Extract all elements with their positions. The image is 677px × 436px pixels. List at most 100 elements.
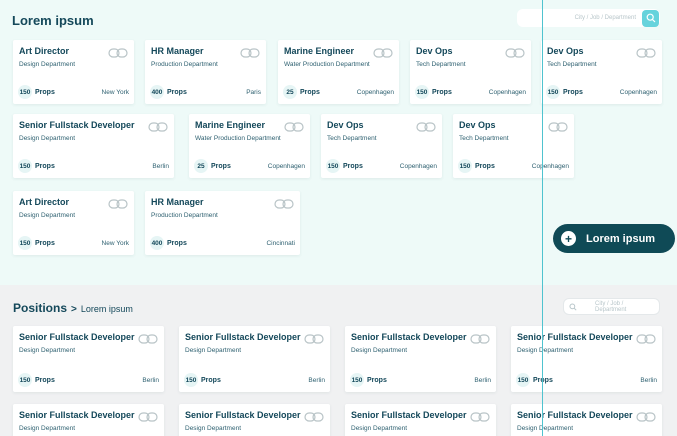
job-card[interactable]: Dev Ops Tech Department 150 Props Copenhagen <box>541 40 662 104</box>
job-card[interactable]: Dev Ops Tech Department 150 Props Copenhagen <box>410 40 531 104</box>
job-title: Senior Fullstack Developer <box>185 332 301 342</box>
job-department: Design Department <box>19 61 75 68</box>
job-card[interactable]: Senior Fullstack Developer Design Departm… <box>179 326 330 392</box>
job-card-footer: 150PropsBerlin <box>516 373 657 387</box>
job-city: Copenhagen <box>619 88 657 96</box>
link-icon[interactable] <box>470 410 490 422</box>
job-department: Design Department <box>19 425 75 432</box>
props-label: Props <box>475 162 495 170</box>
job-card[interactable]: Dev Ops Tech Department 150 Props Copenhagen <box>453 114 574 178</box>
link-icon[interactable] <box>470 332 490 344</box>
job-department: Design Department <box>19 212 75 219</box>
link-icon[interactable] <box>636 332 656 344</box>
job-card-footer: 150 Props Copenhagen <box>326 159 437 173</box>
job-card[interactable]: Senior Fullstack Developer Design Departm… <box>511 326 662 392</box>
link-icon[interactable] <box>304 410 324 422</box>
job-title: Dev Ops <box>327 120 364 130</box>
search-button[interactable] <box>642 9 659 27</box>
job-department: Design Department <box>517 347 573 354</box>
job-card-footer: 150PropsBerlin <box>184 373 325 387</box>
job-title: Dev Ops <box>459 120 496 130</box>
job-card[interactable]: HR Manager Production Department 400 Props C… <box>145 191 300 255</box>
link-icon[interactable] <box>284 120 304 132</box>
job-city: New York <box>101 239 129 247</box>
link-icon[interactable] <box>505 46 525 58</box>
job-city: Copenhagen <box>267 162 305 170</box>
job-department: Water Production Department <box>195 135 281 142</box>
job-city: Copenhagen <box>399 162 437 170</box>
job-department: Water Production Department <box>284 61 370 68</box>
search-bar[interactable]: City / Job / Department <box>517 9 660 27</box>
job-department: Design Department <box>517 425 573 432</box>
props-label: Props <box>35 88 55 96</box>
link-icon[interactable] <box>636 46 656 58</box>
link-icon[interactable] <box>138 332 158 344</box>
job-card-footer: 150Props Berlin <box>350 373 491 387</box>
link-icon[interactable] <box>108 197 128 209</box>
link-icon[interactable] <box>138 410 158 422</box>
link-icon[interactable] <box>148 120 168 132</box>
job-card[interactable]: Senior Fullstack Developer Design Departm… <box>13 404 164 436</box>
job-card[interactable]: Senior Fullstack Developer Design Departm… <box>345 326 496 392</box>
job-title: Senior Fullstack Developer <box>351 332 467 342</box>
job-card[interactable]: Dev Ops Tech Department 150 Props Copenhagen <box>321 114 442 178</box>
job-department: Design Department <box>19 347 75 354</box>
job-card-footer: 150 Props New York <box>18 85 129 99</box>
job-card[interactable]: HR Manager Production Department 400 Props P… <box>145 40 266 104</box>
job-card[interactable]: Senior Fullstack Developer Design Departm… <box>511 404 662 436</box>
job-city: Copenhagen <box>531 162 569 170</box>
job-title: Senior Fullstack Developer <box>517 410 633 420</box>
props-count: 150 <box>18 159 32 173</box>
job-title: HR Manager <box>151 197 204 207</box>
job-card[interactable]: Marine Engineer Water Production Departme… <box>189 114 310 178</box>
job-card-footer: 400 Props Cincinnati <box>150 236 295 250</box>
props-count: 25 <box>194 159 208 173</box>
add-position-button[interactable]: + Lorem ipsum <box>553 224 675 253</box>
job-card-footer: 150 Props Copenhagen <box>415 85 526 99</box>
job-card[interactable]: Senior Fullstack Developer Design Departm… <box>13 114 174 178</box>
job-card-footer: 25 Props Copenhagen <box>194 159 305 173</box>
breadcrumb: Positions > Lorem ipsum <box>13 301 133 315</box>
props-label: Props <box>563 88 583 96</box>
job-card[interactable]: Art Director Design Department 150 Props New… <box>13 40 134 104</box>
props-label: Props <box>35 162 55 170</box>
props-label: Props <box>35 239 55 247</box>
job-card[interactable]: Marine Engineer Water Production Departme… <box>278 40 399 104</box>
job-city: Berlin <box>308 376 325 384</box>
job-card[interactable]: Art Director Design Department 150 Props New… <box>13 191 134 255</box>
props-label: Props <box>211 162 231 170</box>
job-card[interactable]: Senior Fullstack Developer Design Departm… <box>13 326 164 392</box>
job-title: HR Manager <box>151 46 204 56</box>
job-title: Senior Fullstack Developer <box>19 410 135 420</box>
positions-search-input[interactable]: City / Job / Department <box>581 301 659 313</box>
positions-search-bar[interactable]: City / Job / Department <box>563 298 660 315</box>
job-card-footer: 150PropsBerlin <box>18 373 159 387</box>
link-icon[interactable] <box>548 120 568 132</box>
positions-title[interactable]: Positions <box>13 301 67 315</box>
job-card-footer: 150 Props New York <box>18 236 129 250</box>
props-label: Props <box>367 376 387 384</box>
link-icon[interactable] <box>373 46 393 58</box>
props-count: 150 <box>350 373 364 387</box>
job-city: Paris <box>246 88 261 96</box>
search-input[interactable]: City / Job / Department <box>517 15 642 21</box>
link-icon[interactable] <box>636 410 656 422</box>
props-label: Props <box>167 88 187 96</box>
job-department: Production Department <box>151 61 218 68</box>
props-label: Props <box>35 376 55 384</box>
link-icon[interactable] <box>240 46 260 58</box>
job-card[interactable]: Senior Fullstack Developer Design Departm… <box>345 404 496 436</box>
props-count: 150 <box>458 159 472 173</box>
job-card[interactable]: Senior Fullstack Developer Design Departm… <box>179 404 330 436</box>
job-title: Senior Fullstack Developer <box>517 332 633 342</box>
job-department: Design Department <box>351 425 407 432</box>
job-card-footer: 150PropsBerlin <box>18 159 169 173</box>
job-department: Design Department <box>19 135 75 142</box>
link-icon[interactable] <box>416 120 436 132</box>
link-icon[interactable] <box>108 46 128 58</box>
props-label: Props <box>167 239 187 247</box>
props-count: 150 <box>415 85 429 99</box>
job-city: Berlin <box>474 376 491 384</box>
link-icon[interactable] <box>274 197 294 209</box>
link-icon[interactable] <box>304 332 324 344</box>
